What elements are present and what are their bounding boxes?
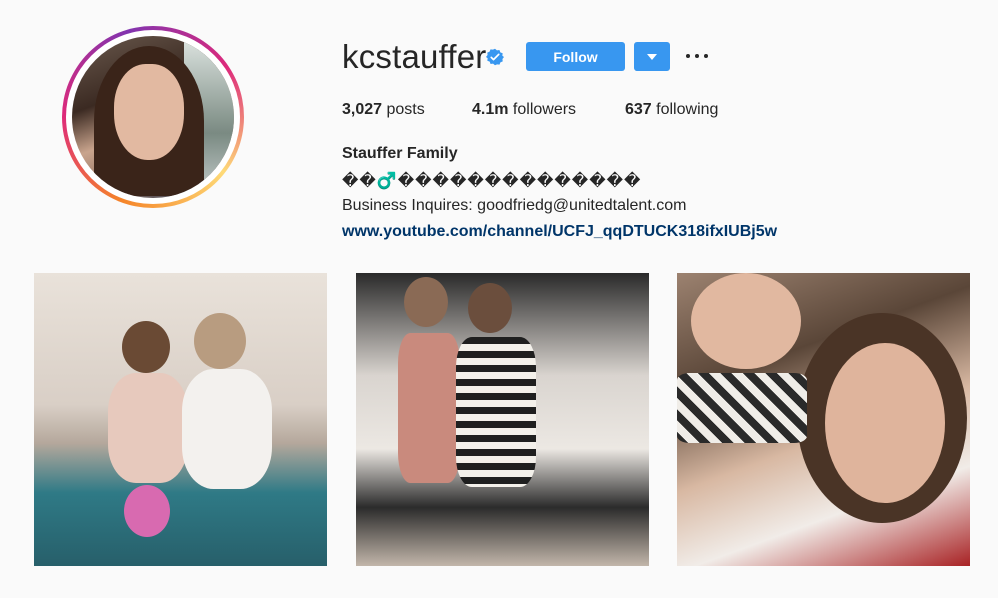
avatar-face [114, 64, 184, 160]
profile-avatar-ring[interactable] [62, 26, 244, 208]
bio-emoji-line: ��‍♂️�������������� [342, 173, 642, 190]
bio-website-link[interactable]: www.youtube.com/channel/UCFJ_qqDTUCK318i… [342, 223, 777, 241]
posts-label: posts [386, 101, 425, 118]
more-options-icon [686, 54, 690, 58]
chevron-down-icon [647, 53, 657, 60]
following-stat[interactable]: 637 following [625, 101, 718, 119]
post-thumbnail[interactable] [356, 273, 649, 566]
post-thumbnail[interactable] [677, 273, 970, 566]
more-dot [704, 54, 708, 58]
following-count: 637 [625, 101, 652, 118]
avatar[interactable] [72, 36, 234, 198]
avatar-border [66, 30, 240, 204]
suggestions-dropdown-button[interactable] [634, 42, 670, 71]
bio-business-inquiries: Business Inquires: goodfriedg@unitedtale… [342, 197, 687, 214]
profile-full-name: Stauffer Family [342, 145, 458, 162]
more-dot [695, 54, 699, 58]
verified-badge-icon [486, 48, 504, 66]
followers-label: followers [512, 101, 577, 118]
username: kcstauffer [342, 38, 487, 75]
more-options-button[interactable] [686, 46, 708, 66]
posts-count: 3,027 [342, 101, 383, 118]
posts-stat: 3,027 posts [342, 101, 425, 119]
following-label: following [656, 101, 719, 118]
post-thumbnail[interactable] [34, 273, 327, 566]
followers-stat[interactable]: 4.1m followers [472, 101, 576, 119]
followers-count: 4.1m [472, 101, 509, 118]
follow-button[interactable]: Follow [526, 42, 625, 71]
